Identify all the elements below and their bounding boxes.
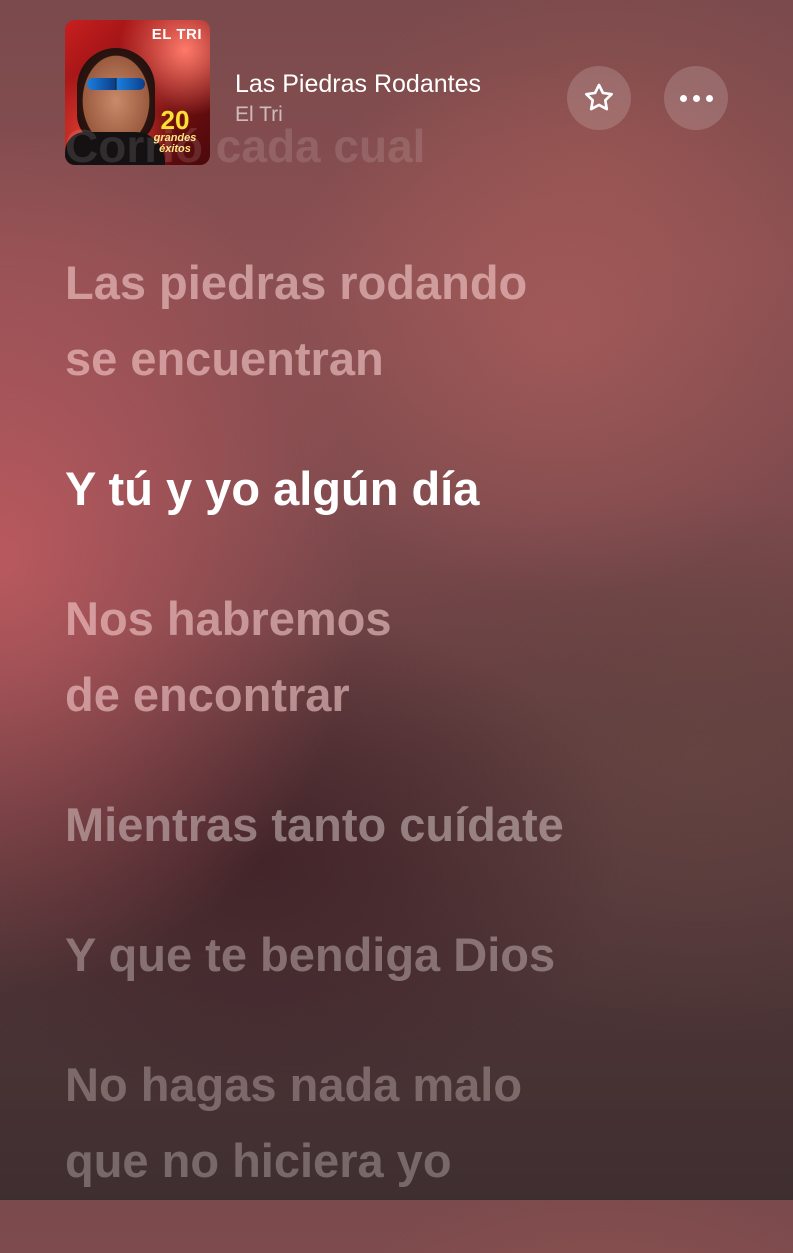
star-outline-icon [585,83,613,111]
song-title: Las Piedras Rodantes [235,70,481,98]
lyric-text: No hagas nada malo [65,1058,523,1111]
lyric-text: de encontrar [65,668,350,721]
lyric-text: Y que te bendiga Dios [65,928,556,981]
lyric-line[interactable]: Las piedras rodando se encuentran [65,245,765,397]
more-options-button[interactable] [664,66,728,130]
album-band-text: EL TRI [151,26,202,43]
lyric-text: Mientras tanto cuídate [65,798,564,851]
lyric-line[interactable]: Y que te bendiga Dios [65,917,765,993]
lyric-line[interactable]: Mientras tanto cuídate [65,787,765,863]
previous-lyric-partial: Corrió cada cual [65,120,426,172]
lyric-text: Las piedras rodando [65,256,528,309]
ellipsis-icon [679,94,713,102]
lyric-line-active[interactable]: Y tú y yo algún día [65,451,765,527]
lyric-line[interactable]: Nos habremos de encontrar [65,581,765,733]
lyric-text: Y tú y yo algún día [65,462,480,515]
lyric-line[interactable]: No hagas nada malo que no hiciera yo [65,1047,765,1199]
favorite-button[interactable] [567,66,631,130]
lyric-text: Nos habremos [65,592,392,645]
lyrics-list: Las piedras rodando se encuentran Y tú y… [65,245,765,1253]
lyric-text: que no hiciera yo [65,1134,452,1187]
lyric-text: se encuentran [65,332,384,385]
sunglasses-graphic [87,78,145,90]
